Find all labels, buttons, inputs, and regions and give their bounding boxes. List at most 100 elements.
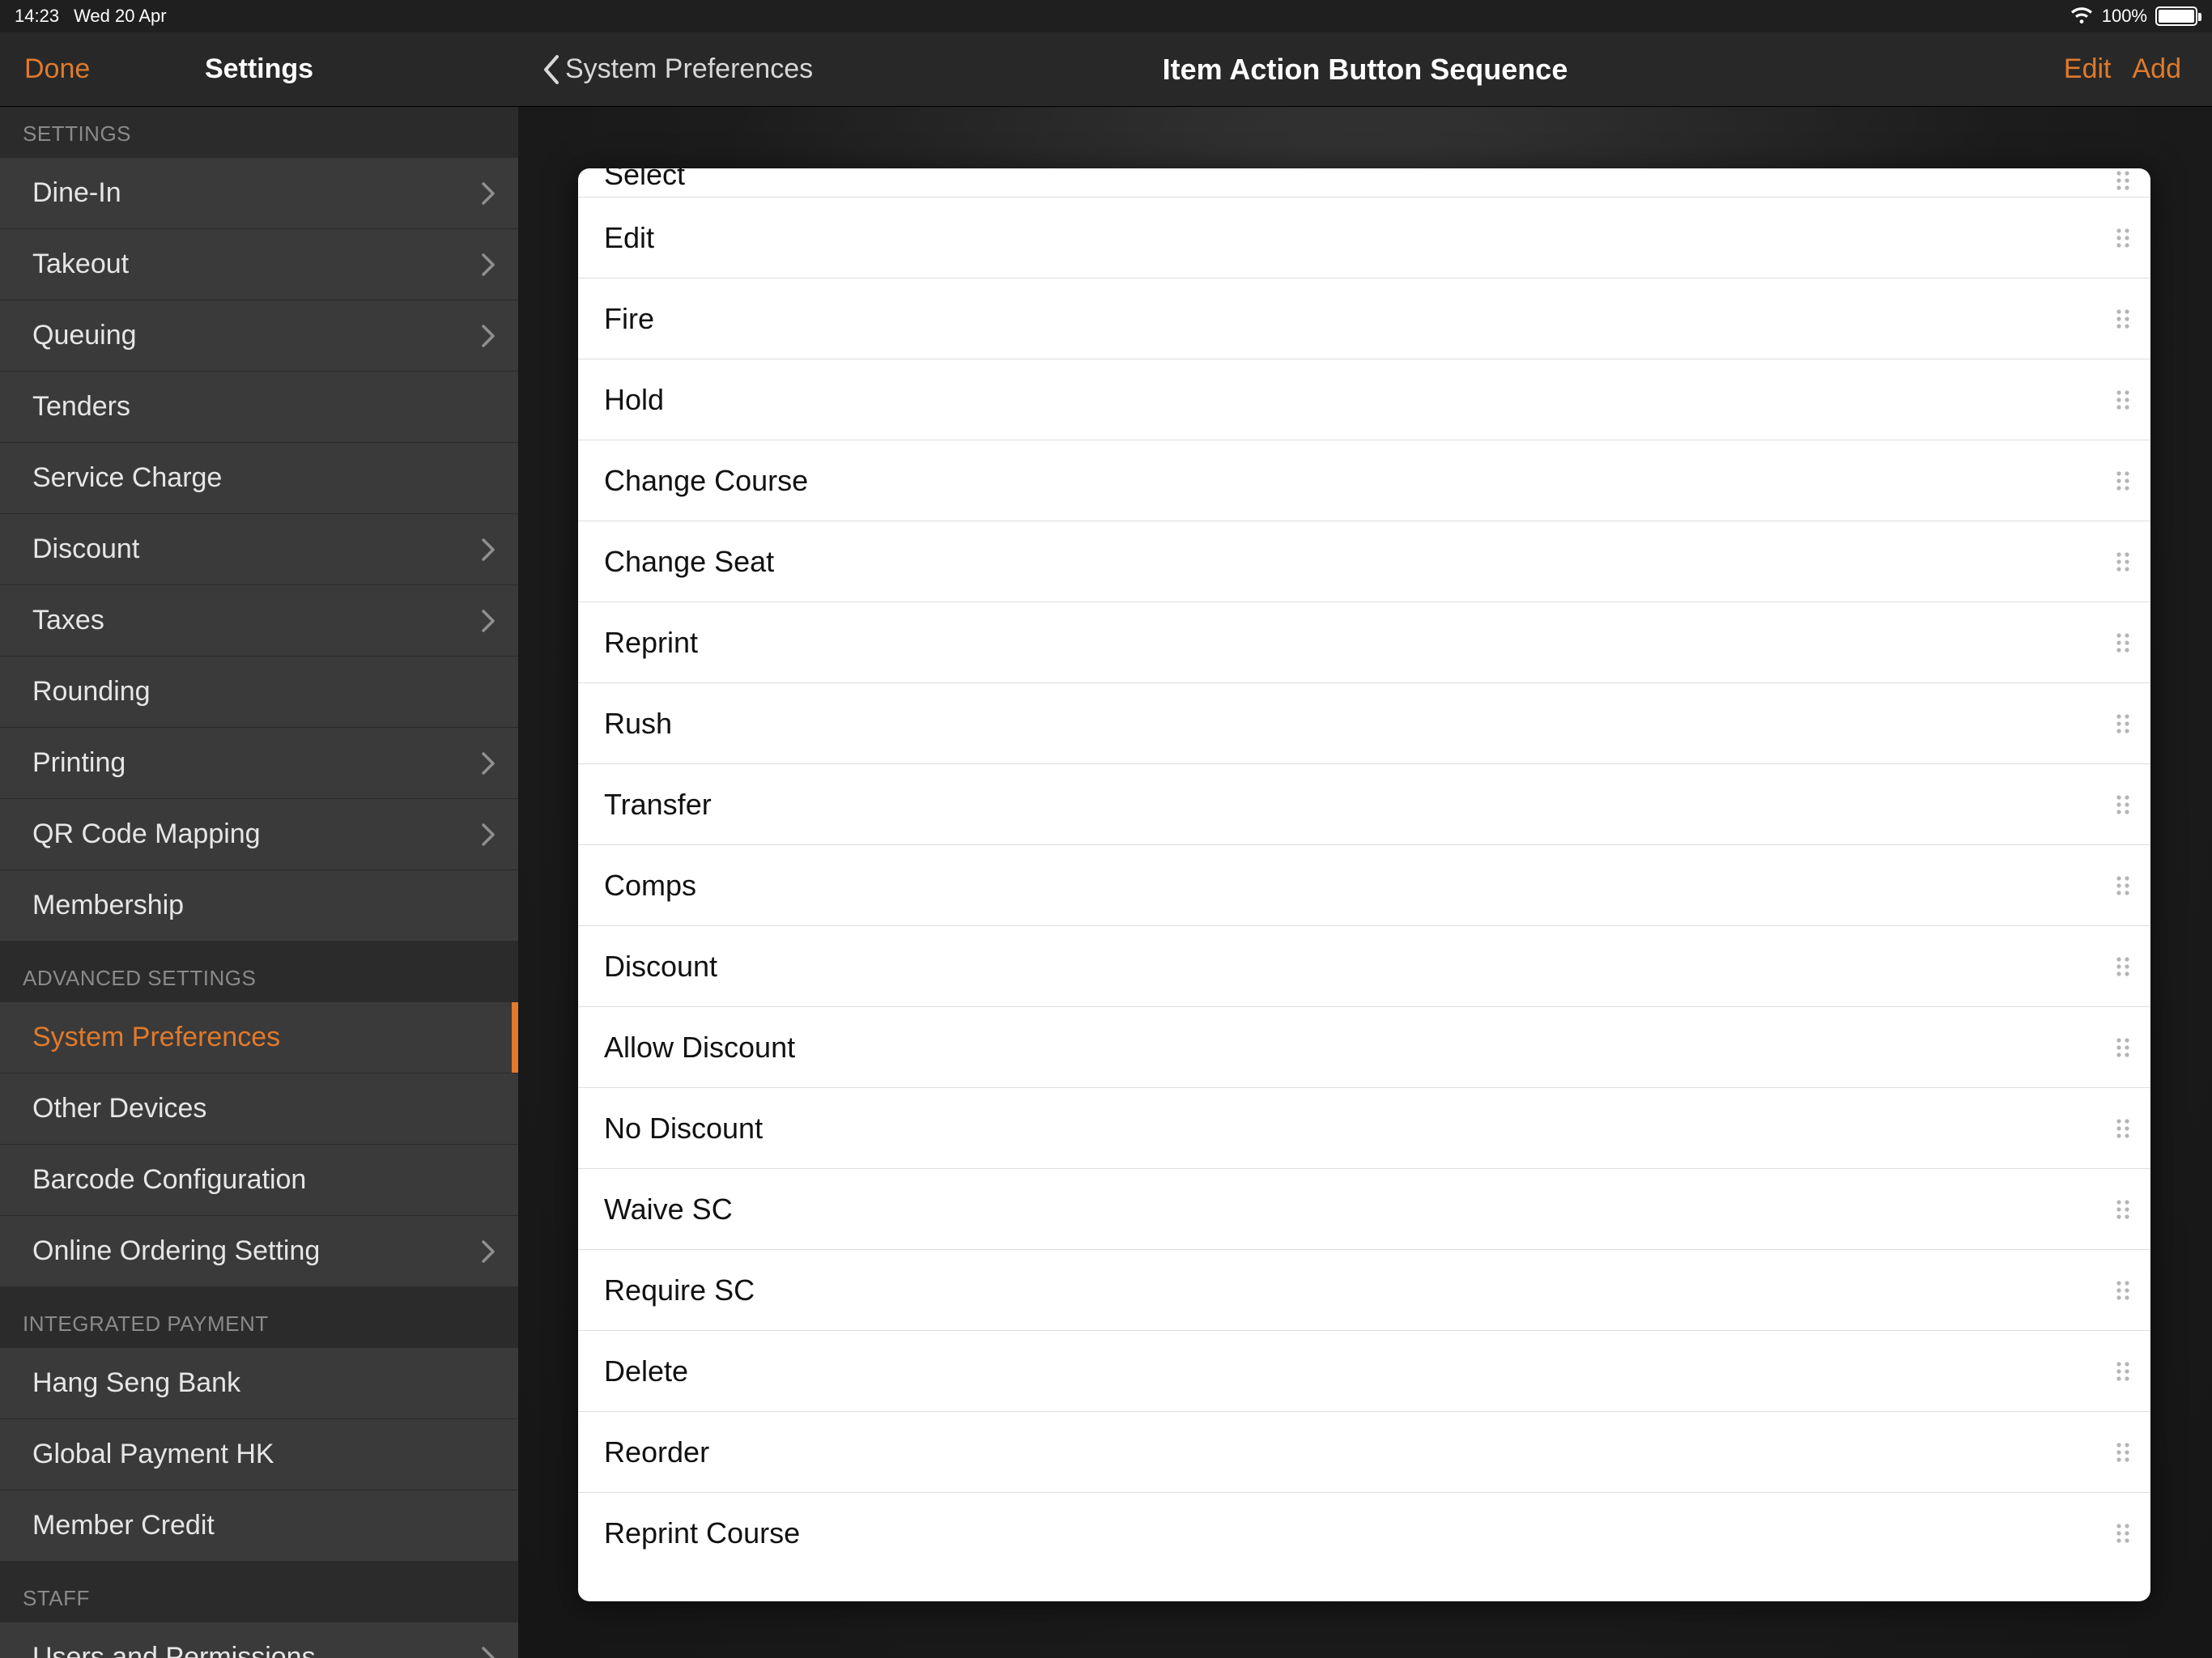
action-row[interactable]: Change Course xyxy=(578,440,2150,521)
sidebar-item[interactable]: Online Ordering Setting xyxy=(0,1216,518,1287)
sidebar-section-header: INTEGRATED PAYMENT xyxy=(0,1287,518,1348)
drag-handle-icon[interactable] xyxy=(2113,1117,2133,1140)
action-row-label: Rush xyxy=(604,707,672,741)
action-row[interactable]: Reprint Course xyxy=(578,1493,2150,1574)
action-row[interactable]: Transfer xyxy=(578,764,2150,845)
sidebar-item-label: Printing xyxy=(32,747,125,779)
sidebar-item[interactable]: Other Devices xyxy=(0,1073,518,1145)
chevron-right-icon xyxy=(481,823,496,847)
drag-handle-icon[interactable] xyxy=(2113,712,2133,735)
action-row-label: Discount xyxy=(604,950,717,984)
sidebar-item-label: System Preferences xyxy=(32,1022,280,1053)
sidebar-item[interactable]: Discount xyxy=(0,514,518,585)
wifi-icon xyxy=(2069,7,2094,25)
sidebar-section-header: STAFF xyxy=(0,1562,518,1622)
sidebar-item[interactable]: Tenders xyxy=(0,372,518,443)
drag-handle-icon[interactable] xyxy=(2113,1360,2133,1383)
action-row[interactable]: Change Seat xyxy=(578,521,2150,602)
status-bar: 14:23 Wed 20 Apr 100% xyxy=(0,0,2212,32)
sidebar-item[interactable]: Global Payment HK xyxy=(0,1419,518,1490)
sidebar-item-label: Service Charge xyxy=(32,462,222,494)
edit-button[interactable]: Edit xyxy=(2064,53,2112,85)
drag-handle-icon[interactable] xyxy=(2113,470,2133,492)
drag-handle-icon[interactable] xyxy=(2113,631,2133,654)
drag-handle-icon[interactable] xyxy=(2113,227,2133,249)
action-row-label: Waive SC xyxy=(604,1192,733,1226)
drag-handle-icon[interactable] xyxy=(2113,308,2133,330)
sidebar-item[interactable]: Membership xyxy=(0,870,518,942)
action-row[interactable]: Discount xyxy=(578,926,2150,1007)
action-row[interactable]: Rush xyxy=(578,683,2150,764)
action-row[interactable]: Hold xyxy=(578,359,2150,440)
sidebar-section-header: ADVANCED SETTINGS xyxy=(0,942,518,1002)
sidebar-item[interactable]: Takeout xyxy=(0,229,518,300)
drag-handle-icon[interactable] xyxy=(2113,1441,2133,1464)
sidebar-item[interactable]: Users and Permissions xyxy=(0,1622,518,1658)
action-row[interactable]: Waive SC xyxy=(578,1169,2150,1250)
sidebar-item-label: Takeout xyxy=(32,249,129,280)
sidebar-item[interactable]: Service Charge xyxy=(0,443,518,514)
sidebar-item-label: Dine-In xyxy=(32,177,121,209)
drag-handle-icon[interactable] xyxy=(2113,1279,2133,1302)
action-list-card: SelectEditFire Hold Change Course Change Se… xyxy=(578,168,2150,1601)
sidebar-item[interactable]: Dine-In xyxy=(0,158,518,229)
back-button[interactable]: System Preferences xyxy=(542,53,813,85)
chevron-left-icon xyxy=(542,55,560,84)
sidebar-item[interactable]: Rounding xyxy=(0,657,518,728)
drag-handle-icon[interactable] xyxy=(2113,1036,2133,1059)
drag-handle-icon[interactable] xyxy=(2113,874,2133,897)
chevron-right-icon xyxy=(481,1646,496,1658)
drag-handle-icon[interactable] xyxy=(2113,169,2133,192)
sidebar-item-label: Tenders xyxy=(32,391,130,423)
sidebar-item[interactable]: Printing xyxy=(0,728,518,799)
action-row-label: Change Seat xyxy=(604,545,774,579)
action-row[interactable]: Fire xyxy=(578,278,2150,359)
action-row-label: Delete xyxy=(604,1354,688,1388)
sidebar-item-label: Other Devices xyxy=(32,1093,206,1124)
action-row-label: Transfer xyxy=(604,788,712,822)
action-row[interactable]: Edit xyxy=(578,198,2150,278)
sidebar-item-label: Queuing xyxy=(32,320,137,351)
sidebar-item[interactable]: Queuing xyxy=(0,300,518,372)
action-row[interactable]: Require SC xyxy=(578,1250,2150,1331)
sidebar-item[interactable]: System Preferences xyxy=(0,1002,518,1073)
drag-handle-icon[interactable] xyxy=(2113,551,2133,573)
action-row[interactable]: Reprint xyxy=(578,602,2150,683)
action-row[interactable]: Allow Discount xyxy=(578,1007,2150,1088)
sidebar-item-label: Membership xyxy=(32,890,184,921)
sidebar-item-label: Users and Permissions xyxy=(32,1642,316,1658)
action-row-label: Reorder xyxy=(604,1435,709,1469)
battery-percent: 100% xyxy=(2102,6,2147,27)
sidebar-item[interactable]: Member Credit xyxy=(0,1490,518,1562)
chevron-right-icon xyxy=(481,609,496,633)
done-button[interactable]: Done xyxy=(24,53,90,85)
sidebar-item-label: QR Code Mapping xyxy=(32,818,261,850)
action-row[interactable]: Reorder xyxy=(578,1412,2150,1493)
action-row[interactable]: Delete xyxy=(578,1331,2150,1412)
action-row-label: Require SC xyxy=(604,1273,755,1307)
sidebar-item[interactable]: Barcode Configuration xyxy=(0,1145,518,1216)
action-row-label: Comps xyxy=(604,869,696,903)
sidebar-item[interactable]: Taxes xyxy=(0,585,518,657)
add-button[interactable]: Add xyxy=(2133,53,2182,85)
sidebar-item-label: Member Credit xyxy=(32,1510,215,1541)
drag-handle-icon[interactable] xyxy=(2113,1198,2133,1221)
drag-handle-icon[interactable] xyxy=(2113,1522,2133,1545)
sidebar-item[interactable]: QR Code Mapping xyxy=(0,799,518,870)
action-row[interactable]: Comps xyxy=(578,845,2150,926)
sidebar-item-label: Online Ordering Setting xyxy=(32,1235,320,1267)
drag-handle-icon[interactable] xyxy=(2113,955,2133,978)
action-row[interactable]: No Discount xyxy=(578,1088,2150,1169)
drag-handle-icon[interactable] xyxy=(2113,793,2133,816)
sidebar-item[interactable]: Hang Seng Bank xyxy=(0,1348,518,1419)
sidebar: SETTINGS Dine-InTakeoutQueuingTendersSer… xyxy=(0,107,518,1658)
action-row-label: Reprint Course xyxy=(604,1516,800,1550)
action-row-label: Change Course xyxy=(604,464,808,498)
drag-handle-icon[interactable] xyxy=(2113,389,2133,411)
chevron-right-icon xyxy=(481,324,496,348)
action-row[interactable]: Select xyxy=(578,168,2150,198)
page-title: Item Action Button Sequence xyxy=(1163,53,1568,87)
main-panel: SelectEditFire Hold Change Course Change Se… xyxy=(518,107,2212,1658)
status-date: Wed 20 Apr xyxy=(74,6,167,27)
action-row-label: Hold xyxy=(604,383,664,417)
